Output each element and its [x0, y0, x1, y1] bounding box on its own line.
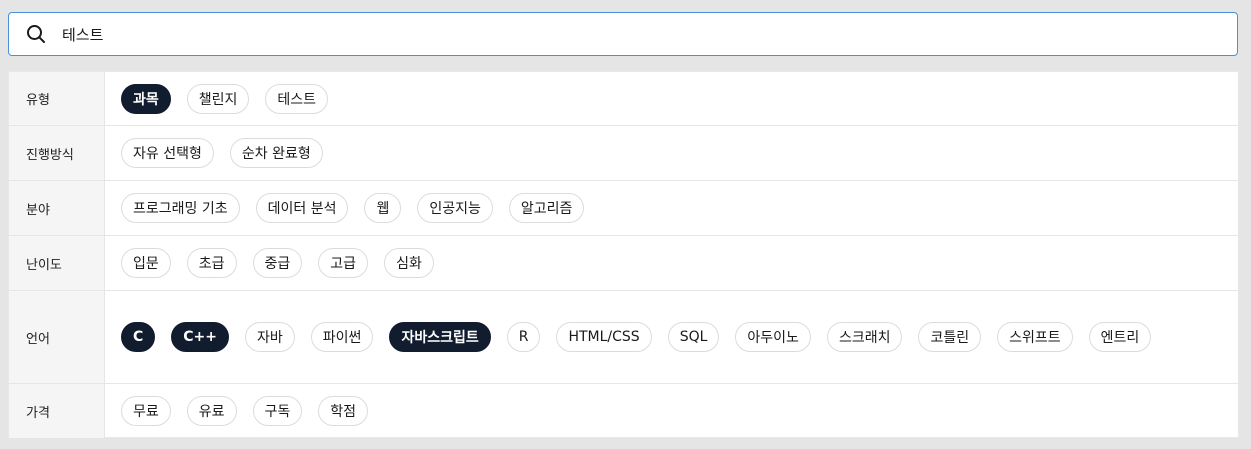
filter-chip[interactable]: 무료: [121, 396, 171, 426]
filter-options: 자유 선택형 순차 완료형: [105, 126, 1238, 180]
filter-options: C C++ 자바 파이썬 자바스크립트 R HTML/CSS SQL 아두이노 스크래치 코틀린 스위…: [105, 291, 1238, 383]
filter-chip[interactable]: 파이썬: [310, 322, 374, 352]
filter-chip[interactable]: HTML/CSS: [556, 322, 652, 352]
search-input[interactable]: [62, 14, 1237, 54]
search-icon: [26, 24, 46, 44]
filter-chip[interactable]: 코틀린: [918, 322, 982, 352]
filter-chip[interactable]: 아두이노: [735, 322, 811, 352]
filter-label: 언어: [9, 291, 105, 383]
filter-label: 진행방식: [9, 126, 105, 180]
filter-options: 입문 초급 중급 고급 심화: [105, 236, 1238, 290]
filter-row-price: 가격 무료 유료 구독 학점: [9, 384, 1238, 438]
filter-chip[interactable]: 중급: [252, 248, 303, 278]
filter-label: 분야: [9, 181, 105, 235]
filter-chip[interactable]: 자바: [245, 322, 295, 352]
filter-chip[interactable]: C++: [171, 322, 230, 352]
filter-label: 가격: [9, 384, 105, 438]
filter-chip[interactable]: R: [506, 322, 541, 352]
filter-chip[interactable]: 자바스크립트: [389, 322, 491, 352]
filter-chip[interactable]: 과목: [121, 83, 171, 114]
filter-row-language: 언어 C C++ 자바 파이썬 자바스크립트 R HTML/CSS SQL 아두이노 스크래치 코틀린…: [9, 291, 1238, 384]
filter-chip[interactable]: C: [121, 322, 156, 352]
search-bar[interactable]: [8, 12, 1238, 56]
filter-row-difficulty: 난이도 입문 초급 중급 고급 심화: [9, 236, 1238, 291]
filter-chip[interactable]: 구독: [252, 396, 303, 426]
filter-options: 과목 챌린지 테스트: [105, 72, 1238, 125]
filter-row-type: 유형 과목 챌린지 테스트: [9, 72, 1238, 126]
filter-chip[interactable]: 챌린지: [186, 83, 250, 114]
filter-chip[interactable]: 초급: [186, 248, 237, 278]
filter-chip[interactable]: 인공지능: [417, 193, 493, 223]
filter-chip[interactable]: 고급: [318, 248, 369, 278]
filter-chip[interactable]: 자유 선택형: [121, 138, 214, 168]
filter-options: 무료 유료 구독 학점: [105, 384, 1238, 438]
filter-chip[interactable]: SQL: [667, 322, 720, 352]
filter-chip[interactable]: 순차 완료형: [229, 138, 323, 168]
filter-chip[interactable]: 데이터 분석: [255, 193, 349, 223]
filter-label: 유형: [9, 72, 105, 125]
filter-chip[interactable]: 스위프트: [997, 322, 1073, 352]
filter-chip[interactable]: 학점: [318, 396, 369, 426]
filter-chip[interactable]: 테스트: [265, 83, 329, 114]
filter-chip[interactable]: 엔트리: [1088, 322, 1152, 352]
filter-row-progress-mode: 진행방식 자유 선택형 순차 완료형: [9, 126, 1238, 181]
filter-chip[interactable]: 웹: [364, 193, 402, 223]
filter-panel: 유형 과목 챌린지 테스트진행방식 자유 선택형 순차 완료형분야 프로그래밍 기초 데이터 …: [8, 71, 1239, 438]
filter-chip[interactable]: 알고리즘: [508, 193, 585, 223]
filter-options: 프로그래밍 기초 데이터 분석 웹 인공지능 알고리즘: [105, 181, 1238, 235]
filter-chip[interactable]: 유료: [186, 396, 237, 426]
filter-label: 난이도: [9, 236, 105, 290]
filter-chip[interactable]: 심화: [384, 248, 434, 278]
filter-chip[interactable]: 프로그래밍 기초: [121, 193, 240, 223]
filter-chip[interactable]: 스크래치: [826, 322, 903, 352]
filter-chip[interactable]: 입문: [121, 248, 171, 278]
filter-row-field: 분야 프로그래밍 기초 데이터 분석 웹 인공지능 알고리즘: [9, 181, 1238, 236]
